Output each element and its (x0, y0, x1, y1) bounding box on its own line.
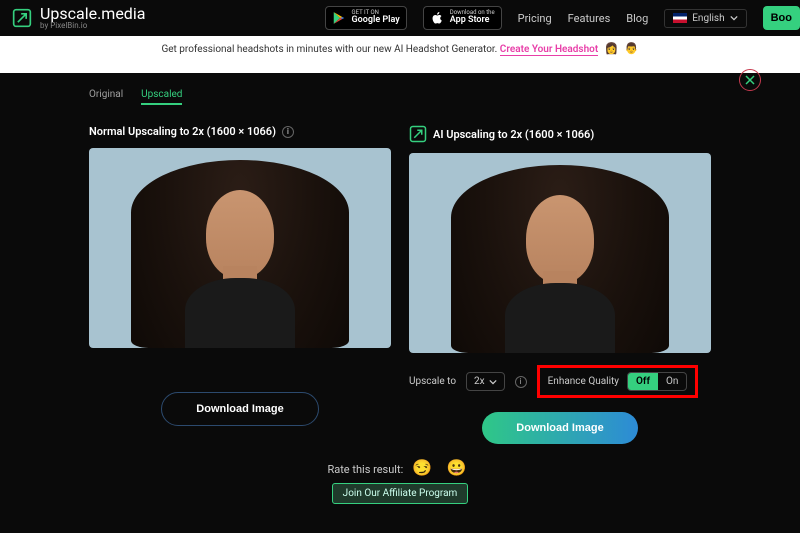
brand-name: Upscale.media (40, 6, 145, 22)
enhance-toggle: Off On (627, 372, 687, 391)
info-icon[interactable]: i (282, 126, 294, 138)
apple-icon (430, 11, 444, 25)
rate-emoji-smirk[interactable]: 😏 (412, 458, 432, 477)
download-normal-button[interactable]: Download Image (161, 392, 318, 426)
as-line2: App Store (450, 16, 495, 26)
panel-ai: AI Upscaling to 2x (1600 × 1066) Upscale… (409, 125, 711, 454)
upscale-logo-icon (12, 8, 32, 28)
gp-line2: Google Play (352, 16, 400, 26)
nav-pricing[interactable]: Pricing (518, 12, 552, 25)
promo-banner: Get professional headshots in minutes wi… (0, 36, 800, 73)
nav-blog[interactable]: Blog (626, 12, 648, 25)
brand-text: Upscale.media by PixelBin.io (40, 6, 145, 30)
promo-text: Get professional headshots in minutes wi… (161, 44, 499, 55)
info-icon[interactable]: i (515, 376, 527, 388)
result-tabs: Original Upscaled (89, 89, 711, 105)
google-play-badge[interactable]: GET IT ONGoogle Play (325, 6, 407, 30)
normal-title: Normal Upscaling to 2x (1600 × 1066) (89, 125, 276, 138)
upscale-to-label: Upscale to (409, 376, 456, 387)
close-button[interactable] (739, 69, 761, 91)
rate-label: Rate this result: (327, 463, 403, 476)
ai-image (409, 153, 711, 353)
enhance-on[interactable]: On (658, 373, 686, 390)
rate-row: Rate this result: 😏 😀 Join Our Affiliate… (89, 458, 711, 504)
panel-normal: Normal Upscaling to 2x (1600 × 1066) i D… (89, 125, 391, 454)
rate-emoji-grin[interactable]: 😀 (447, 458, 467, 477)
enhance-label: Enhance Quality (548, 376, 619, 387)
ai-title-row: AI Upscaling to 2x (1600 × 1066) (409, 125, 711, 143)
google-play-icon (332, 11, 346, 25)
chevron-down-icon (730, 14, 738, 22)
chevron-down-icon (489, 378, 497, 386)
normal-image (89, 148, 391, 348)
ai-controls: Upscale to 2x i Enhance Quality Off On (409, 365, 711, 398)
download-ai-button[interactable]: Download Image (482, 412, 637, 444)
top-header: Upscale.media by PixelBin.io GET IT ONGo… (0, 0, 800, 36)
uk-flag-icon (673, 13, 687, 23)
results-container: Original Upscaled Normal Upscaling to 2x… (67, 73, 733, 508)
boost-button[interactable]: Boo (763, 6, 800, 30)
ai-logo-icon (409, 125, 427, 143)
enhance-off[interactable]: Off (628, 373, 658, 390)
promo-cta[interactable]: Create Your Headshot (500, 44, 598, 56)
upscale-select[interactable]: 2x (466, 372, 505, 391)
compare-row: Normal Upscaling to 2x (1600 × 1066) i D… (89, 125, 711, 454)
language-selector[interactable]: English (664, 9, 746, 28)
upscale-value: 2x (474, 376, 485, 387)
brand[interactable]: Upscale.media by PixelBin.io (12, 6, 145, 30)
brand-subtitle: by PixelBin.io (40, 22, 145, 30)
headshot-emoji-female: 👩 (605, 42, 619, 55)
app-store-badge[interactable]: Download on theApp Store (423, 6, 502, 30)
close-icon (745, 75, 755, 85)
tab-original[interactable]: Original (89, 89, 123, 105)
normal-title-row: Normal Upscaling to 2x (1600 × 1066) i (89, 125, 391, 138)
nav-features[interactable]: Features (568, 12, 611, 25)
enhance-highlight: Enhance Quality Off On (537, 365, 699, 398)
language-label: English (692, 13, 724, 24)
headshot-emoji-male: 👨 (625, 42, 639, 55)
affiliate-button[interactable]: Join Our Affiliate Program (332, 483, 469, 504)
tab-upscaled[interactable]: Upscaled (141, 89, 182, 105)
ai-title: AI Upscaling to 2x (1600 × 1066) (433, 128, 594, 141)
